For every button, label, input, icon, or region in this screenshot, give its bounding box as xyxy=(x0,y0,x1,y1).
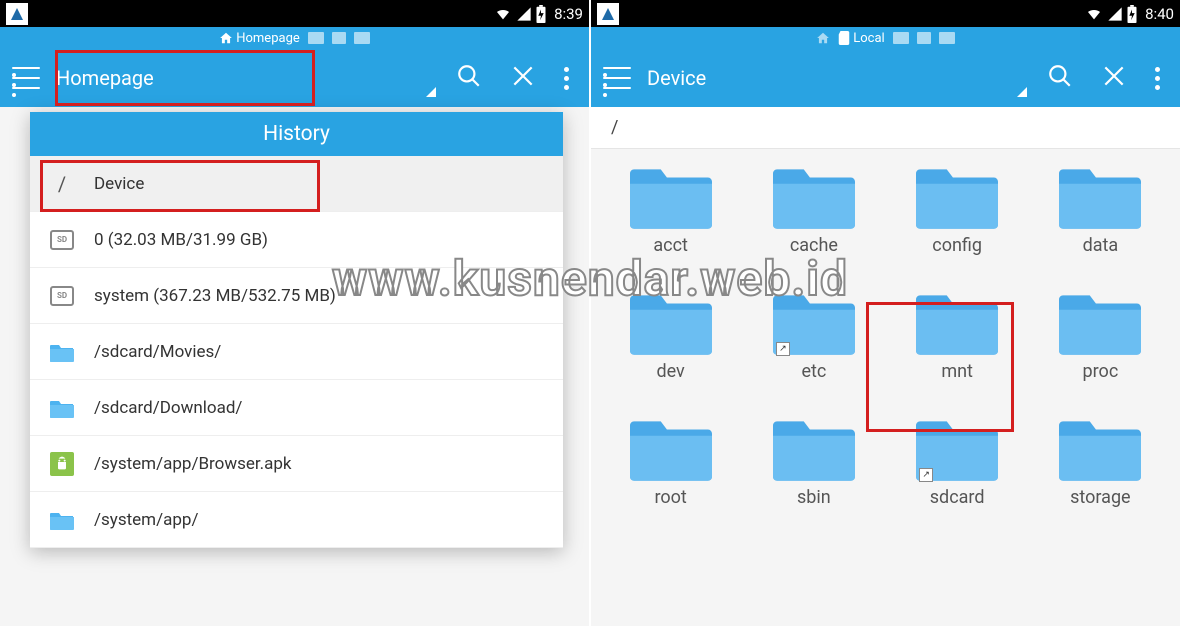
folder-proc[interactable]: proc xyxy=(1029,285,1172,386)
history-item-label: /system/app/Browser.apk xyxy=(94,454,292,474)
folder-label: etc xyxy=(801,361,826,382)
history-item-label: system (367.23 MB/532.75 MB) xyxy=(94,286,336,306)
clock: 8:39 xyxy=(554,5,583,23)
symlink-badge-icon: ↗ xyxy=(919,468,933,482)
menu-icon[interactable] xyxy=(12,67,40,89)
folder-sdcard[interactable]: ↗ sdcard xyxy=(886,411,1029,512)
history-item[interactable]: /sdcard/Download/ xyxy=(30,380,563,436)
folder-grid: acct cache config data dev ↗ etc mnt proc root sbi… xyxy=(591,149,1180,522)
history-dropdown: History / Device 0 (32.03 MB/31.99 GB) syst… xyxy=(30,112,563,548)
dropdown-triangle-icon xyxy=(1017,87,1027,97)
folder-label: data xyxy=(1083,235,1119,256)
history-item-label: /sdcard/Movies/ xyxy=(94,342,221,362)
folder-icon xyxy=(48,340,76,364)
menu-icon[interactable] xyxy=(603,67,631,89)
location-dropdown[interactable]: Homepage xyxy=(56,49,456,107)
history-item[interactable]: /sdcard/Movies/ xyxy=(30,324,563,380)
clock: 8:40 xyxy=(1145,5,1174,23)
close-button[interactable] xyxy=(1101,63,1127,93)
folder-label: acct xyxy=(653,235,688,256)
folder-acct[interactable]: acct xyxy=(599,159,742,260)
folder-storage[interactable]: storage xyxy=(1029,411,1172,512)
breadcrumb-home[interactable]: Homepage xyxy=(219,31,300,46)
history-item-label: Device xyxy=(94,174,144,194)
history-item[interactable]: 0 (32.03 MB/31.99 GB) xyxy=(30,212,563,268)
folder-config[interactable]: config xyxy=(886,159,1029,260)
apk-icon xyxy=(48,452,76,476)
history-item[interactable]: system (367.23 MB/532.75 MB) xyxy=(30,268,563,324)
history-item[interactable]: /system/app/ xyxy=(30,492,563,548)
sd-icon xyxy=(48,284,76,308)
folder-etc[interactable]: ↗ etc xyxy=(742,285,885,386)
history-item-label: /system/app/ xyxy=(94,510,198,530)
dropdown-header: History xyxy=(30,112,563,156)
folder-label: root xyxy=(654,487,686,508)
sd-card-icon xyxy=(838,31,850,45)
window-icon xyxy=(308,32,324,44)
right-screenshot: 8:40 Local Device / acct cache config data d… xyxy=(591,0,1180,626)
wifi-icon xyxy=(493,6,513,22)
battery-icon xyxy=(535,5,547,23)
folder-label: sdcard xyxy=(930,487,985,508)
toolbar: Device xyxy=(591,49,1180,107)
folder-label: dev xyxy=(656,361,684,382)
breadcrumb-bar: Homepage xyxy=(0,27,589,49)
window-icon xyxy=(354,32,370,44)
folder-label: sbin xyxy=(797,487,831,508)
path-bar[interactable]: / xyxy=(591,107,1180,149)
wifi-icon xyxy=(1084,6,1104,22)
window-icon xyxy=(917,32,931,44)
folder-label: storage xyxy=(1070,487,1130,508)
sd-icon xyxy=(48,228,76,252)
folder-label: mnt xyxy=(941,361,973,382)
home-icon xyxy=(219,31,233,45)
app-icon xyxy=(597,3,619,25)
location-dropdown[interactable]: Device xyxy=(647,49,1047,107)
folder-cache[interactable]: cache xyxy=(742,159,885,260)
overflow-menu-button[interactable] xyxy=(1155,67,1160,90)
folder-icon xyxy=(48,396,76,420)
folder-root[interactable]: root xyxy=(599,411,742,512)
history-item-label: /sdcard/Download/ xyxy=(94,398,242,418)
left-screenshot: 8:39 Homepage Homepage History / Device 0 … xyxy=(0,0,589,626)
status-bar: 8:39 xyxy=(0,0,589,27)
slash-icon: / xyxy=(48,172,76,196)
history-item-label: 0 (32.03 MB/31.99 GB) xyxy=(94,230,268,250)
folder-data[interactable]: data xyxy=(1029,159,1172,260)
breadcrumb-bar: Local xyxy=(591,27,1180,49)
window-icon xyxy=(332,32,346,44)
folder-sbin[interactable]: sbin xyxy=(742,411,885,512)
overflow-menu-button[interactable] xyxy=(564,67,569,90)
folder-label: config xyxy=(932,235,982,256)
close-button[interactable] xyxy=(510,63,536,93)
home-icon[interactable] xyxy=(816,31,830,45)
window-icon xyxy=(939,32,955,44)
dropdown-triangle-icon xyxy=(426,87,436,97)
folder-dev[interactable]: dev xyxy=(599,285,742,386)
folder-mnt[interactable]: mnt xyxy=(886,285,1029,386)
folder-icon xyxy=(48,508,76,532)
symlink-badge-icon: ↗ xyxy=(776,342,790,356)
search-button[interactable] xyxy=(456,63,482,93)
history-item[interactable]: /system/app/Browser.apk xyxy=(30,436,563,492)
signal-icon xyxy=(1107,6,1123,22)
status-bar: 8:40 xyxy=(591,0,1180,27)
breadcrumb-local[interactable]: Local xyxy=(838,31,884,46)
folder-label: cache xyxy=(790,235,838,256)
folder-label: proc xyxy=(1083,361,1119,382)
app-icon xyxy=(6,3,28,25)
battery-icon xyxy=(1126,5,1138,23)
toolbar: Homepage xyxy=(0,49,589,107)
window-icon xyxy=(893,32,909,44)
signal-icon xyxy=(516,6,532,22)
search-button[interactable] xyxy=(1047,63,1073,93)
history-item[interactable]: / Device xyxy=(30,156,563,212)
